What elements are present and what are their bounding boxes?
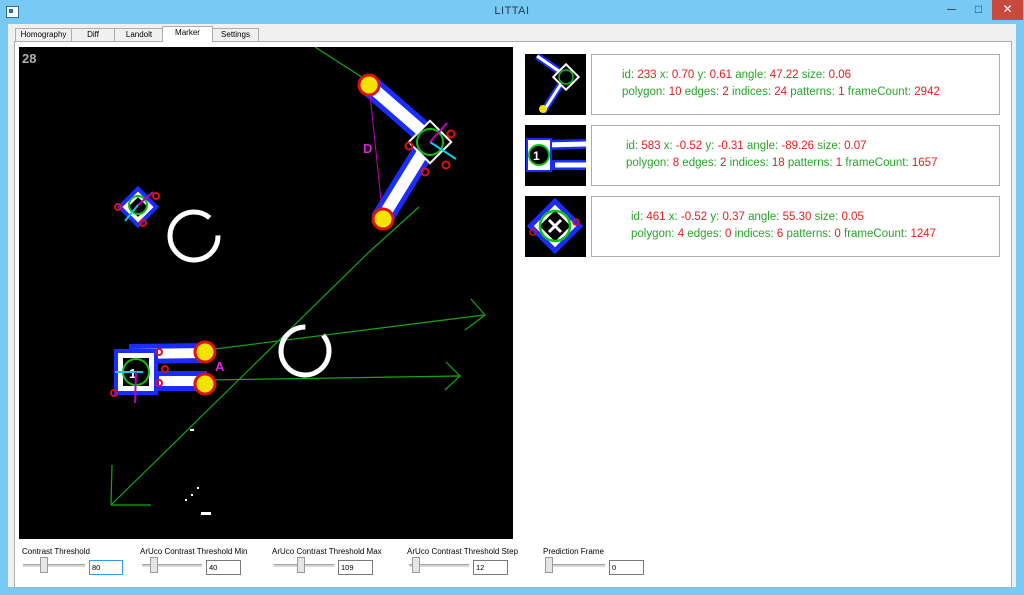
marker-info-line-2: polygon: 10 edges: 2 indices: 24 pattern… <box>622 86 940 98</box>
marker-info: id: 583 x: -0.52 y: -0.31 angle: -89.26 … <box>591 125 1000 186</box>
marker-thumbnail: 1 <box>525 125 587 186</box>
aruco-threshold-min-input[interactable] <box>206 560 241 575</box>
prediction-frame-slider-thumb[interactable] <box>545 557 553 573</box>
prediction-frame-slider[interactable] <box>545 564 605 567</box>
marker-label-a: A <box>215 359 225 374</box>
aruco-threshold-min-slider-thumb[interactable] <box>150 557 159 573</box>
aruco-threshold-max-label: ArUco Contrast Threshold Max <box>272 547 382 556</box>
tab-landolt[interactable]: Landolt <box>114 28 164 41</box>
noise-specks <box>185 429 211 515</box>
marker-461-overlay <box>114 185 160 229</box>
aruco-threshold-max-slider-thumb[interactable] <box>296 557 305 573</box>
aruco-threshold-max-input[interactable] <box>338 560 373 575</box>
contrast-threshold-input[interactable] <box>89 560 123 575</box>
tab-homography[interactable]: Homography <box>15 28 72 41</box>
contrast-threshold-label: Contrast Threshold <box>22 547 90 556</box>
maximize-button[interactable]: □ <box>965 0 992 20</box>
marker-info: id: 461 x: -0.52 y: 0.37 angle: 55.30 si… <box>591 196 1000 257</box>
marker-info-line-1: id: 583 x: -0.52 y: -0.31 angle: -89.26 … <box>626 140 867 152</box>
svg-text:1: 1 <box>533 149 540 163</box>
marker-label-d: D <box>363 141 372 156</box>
prediction-frame-label: Prediction Frame <box>543 547 604 556</box>
marker-info-line-2: polygon: 4 edges: 0 indices: 6 patterns:… <box>631 228 937 240</box>
contrast-threshold-slider-thumb[interactable] <box>40 557 49 573</box>
threshold-controls: Contrast Threshold ArUco Contrast Thresh… <box>14 543 1012 587</box>
landolt-ring <box>278 324 332 378</box>
aruco-threshold-step-slider-thumb[interactable] <box>411 557 420 573</box>
minimize-button[interactable]: ─ <box>938 0 965 20</box>
contrast-threshold-slider[interactable] <box>23 564 85 567</box>
camera-view[interactable]: D 1 A 28 <box>19 47 513 539</box>
marker-info-line-2: polygon: 8 edges: 2 indices: 18 patterns… <box>626 157 938 169</box>
marker-info: id: 233 x: 0.70 y: 0.61 angle: 47.22 siz… <box>591 54 1000 115</box>
title-bar: LITTAI ─ □ ✕ <box>0 0 1024 24</box>
marker-583-overlay: 1 A <box>110 340 225 404</box>
guide-lines <box>110 47 486 506</box>
window-border-left <box>0 24 8 595</box>
aruco-threshold-step-input[interactable] <box>473 560 508 575</box>
window-title: LITTAI <box>494 5 530 17</box>
prediction-frame-input[interactable] <box>609 560 644 575</box>
window-border-bottom <box>0 587 1024 595</box>
landolt-ring <box>167 209 221 263</box>
tab-settings[interactable]: Settings <box>212 28 259 41</box>
window-border-right <box>1016 24 1024 595</box>
close-button[interactable]: ✕ <box>992 0 1023 20</box>
marker-info-line-1: id: 233 x: 0.70 y: 0.61 angle: 47.22 siz… <box>622 69 852 81</box>
camera-overlay: D 1 A <box>110 47 486 515</box>
tab-marker[interactable]: Marker <box>162 26 213 42</box>
frame-number: 28 <box>22 51 37 66</box>
tab-diff[interactable]: Diff <box>71 28 115 41</box>
marker-thumbnail <box>525 53 586 115</box>
marker-info-line-1: id: 461 x: -0.52 y: 0.37 angle: 55.30 si… <box>631 211 864 223</box>
aruco-threshold-step-label: ArUco Contrast Threshold Step <box>407 547 519 556</box>
aruco-threshold-min-label: ArUco Contrast Threshold Min <box>140 547 248 556</box>
marker-233-overlay: D <box>357 73 457 231</box>
marker-thumbnail <box>525 196 586 257</box>
